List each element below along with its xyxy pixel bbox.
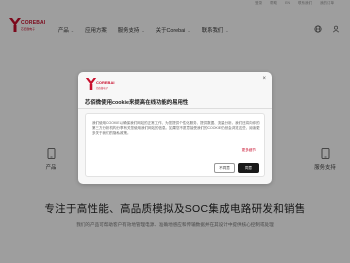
cookie-notice-text: 我们使用COOKIE以确保我们网站的正常工作、为您提供个性化服务、提供数据、流量… (92, 121, 260, 136)
cookie-notice-panel: 我们使用COOKIE以确保我们网站的正常工作、为您提供个性化服务、提供数据、流量… (85, 113, 265, 177)
cookie-consent-modal: COREBAI 芯佰微电子 × 芯佰微使用cookie来提高在线功能的易用性 我… (78, 72, 272, 184)
brand-name: COREBAI (96, 80, 115, 85)
divider (78, 108, 272, 109)
close-icon[interactable]: × (262, 76, 266, 82)
brand-subname: 芯佰微电子 (96, 87, 108, 90)
modal-brand-logo: COREBAI 芯佰微电子 (85, 77, 117, 95)
modal-title: 芯佰微使用cookie来提高在线功能的易用性 (85, 100, 189, 106)
accept-button[interactable]: 同意 (238, 163, 259, 173)
deny-button[interactable]: 不同意 (214, 163, 235, 173)
more-details-link[interactable]: 更多细节 (242, 148, 256, 153)
